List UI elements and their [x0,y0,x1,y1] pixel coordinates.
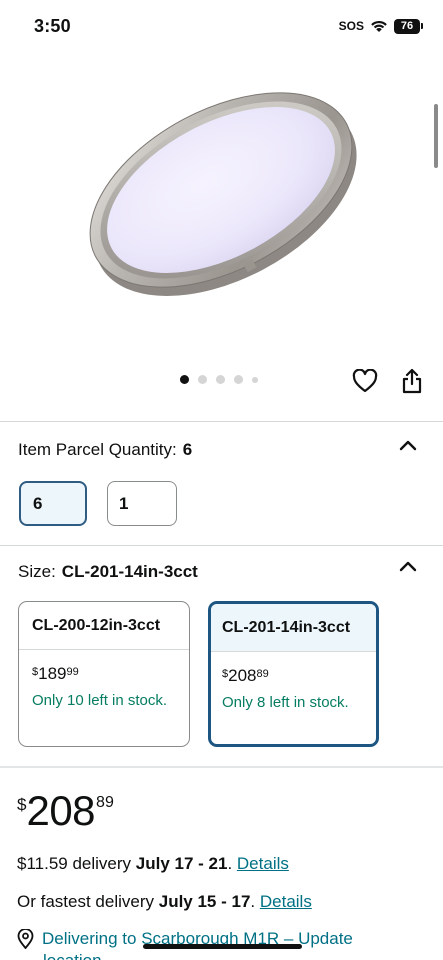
carousel-dot[interactable] [234,375,243,384]
parcel-quantity-label: Item Parcel Quantity: [18,440,177,459]
home-indicator[interactable] [143,944,302,949]
size-option-price: $208 89 [222,666,363,686]
share-button[interactable] [398,367,426,395]
stock-status: Only 8 left in stock. [222,694,349,711]
size-selected-value: CL-201-14in-3cct [61,562,198,581]
product-price: $208 89 [17,789,114,833]
scroll-indicator[interactable] [434,104,438,168]
size-option-name: CL-200-12in-3cct [19,602,189,650]
heart-icon [352,369,378,393]
price-whole: 189 [38,664,67,683]
size-option-card-selected[interactable]: CL-201-14in-3cct $208 89 Only 8 left in s… [208,601,379,747]
fastest-delivery-label: Or fastest delivery [17,892,154,911]
image-carousel-dots[interactable] [180,375,258,384]
share-icon [402,368,422,394]
parcel-option-selected[interactable]: 6 [19,481,87,526]
carousel-dot[interactable] [216,375,225,384]
sos-indicator: SOS [339,17,364,35]
price-currency: $ [17,795,27,814]
status-time: 3:50 [34,16,71,36]
price-whole: 208 [228,666,257,685]
size-heading: Size: CL-201-14in-3cct [18,562,198,582]
ceiling-light-illustration [89,92,357,296]
section-divider [0,766,443,768]
price-fraction: 99 [66,666,79,678]
battery-level: 76 [394,18,420,34]
chevron-up-icon[interactable] [398,438,418,452]
fastest-delivery-dates: July 15 - 17 [158,892,251,911]
carousel-dot[interactable] [198,375,207,384]
delivery-separator: . [227,854,237,873]
sos-label: SOS [338,19,364,33]
fastest-delivery-line: Or fastest delivery July 15 - 17. Detail… [17,892,312,912]
size-option-card[interactable]: CL-200-12in-3cct $189 99 Only 10 left in … [18,601,190,747]
wishlist-heart-button[interactable] [351,367,379,395]
price-whole: 208 [26,787,96,834]
price-fraction: 89 [96,794,114,811]
size-label: Size: [18,562,56,581]
delivery-details-link[interactable]: Details [237,854,289,873]
delivery-line: $11.59 delivery July 17 - 21. Details [17,854,289,874]
size-option-name: CL-201-14in-3cct [211,604,376,652]
delivery-cost: $11.59 delivery [17,854,132,873]
parcel-option-label: 1 [119,493,129,513]
price-fraction: 89 [256,668,269,680]
status-icons: SOS 76 [339,17,423,35]
fastest-delivery-details-link[interactable]: Details [260,892,312,911]
carousel-dot[interactable] [252,376,258,383]
delivery-dates: July 17 - 21 [135,854,228,873]
delivery-separator: . [250,892,260,911]
parcel-option-label: 6 [33,493,43,513]
parcel-quantity-value: 6 [182,440,193,459]
location-pin-icon [17,929,34,949]
section-divider [0,421,443,422]
parcel-option[interactable]: 1 [107,481,177,526]
chevron-up-icon[interactable] [398,559,418,573]
carousel-dot-active[interactable] [180,375,189,384]
section-divider [0,545,443,546]
battery-icon: 76 [394,18,423,34]
size-option-price: $189 99 [32,664,176,684]
wifi-icon [371,20,387,32]
stock-status: Only 10 left in stock. [32,692,168,709]
delivery-location-continuation[interactable]: location [43,951,102,960]
product-image[interactable] [0,40,443,360]
parcel-quantity-heading: Item Parcel Quantity: 6 [18,440,192,460]
